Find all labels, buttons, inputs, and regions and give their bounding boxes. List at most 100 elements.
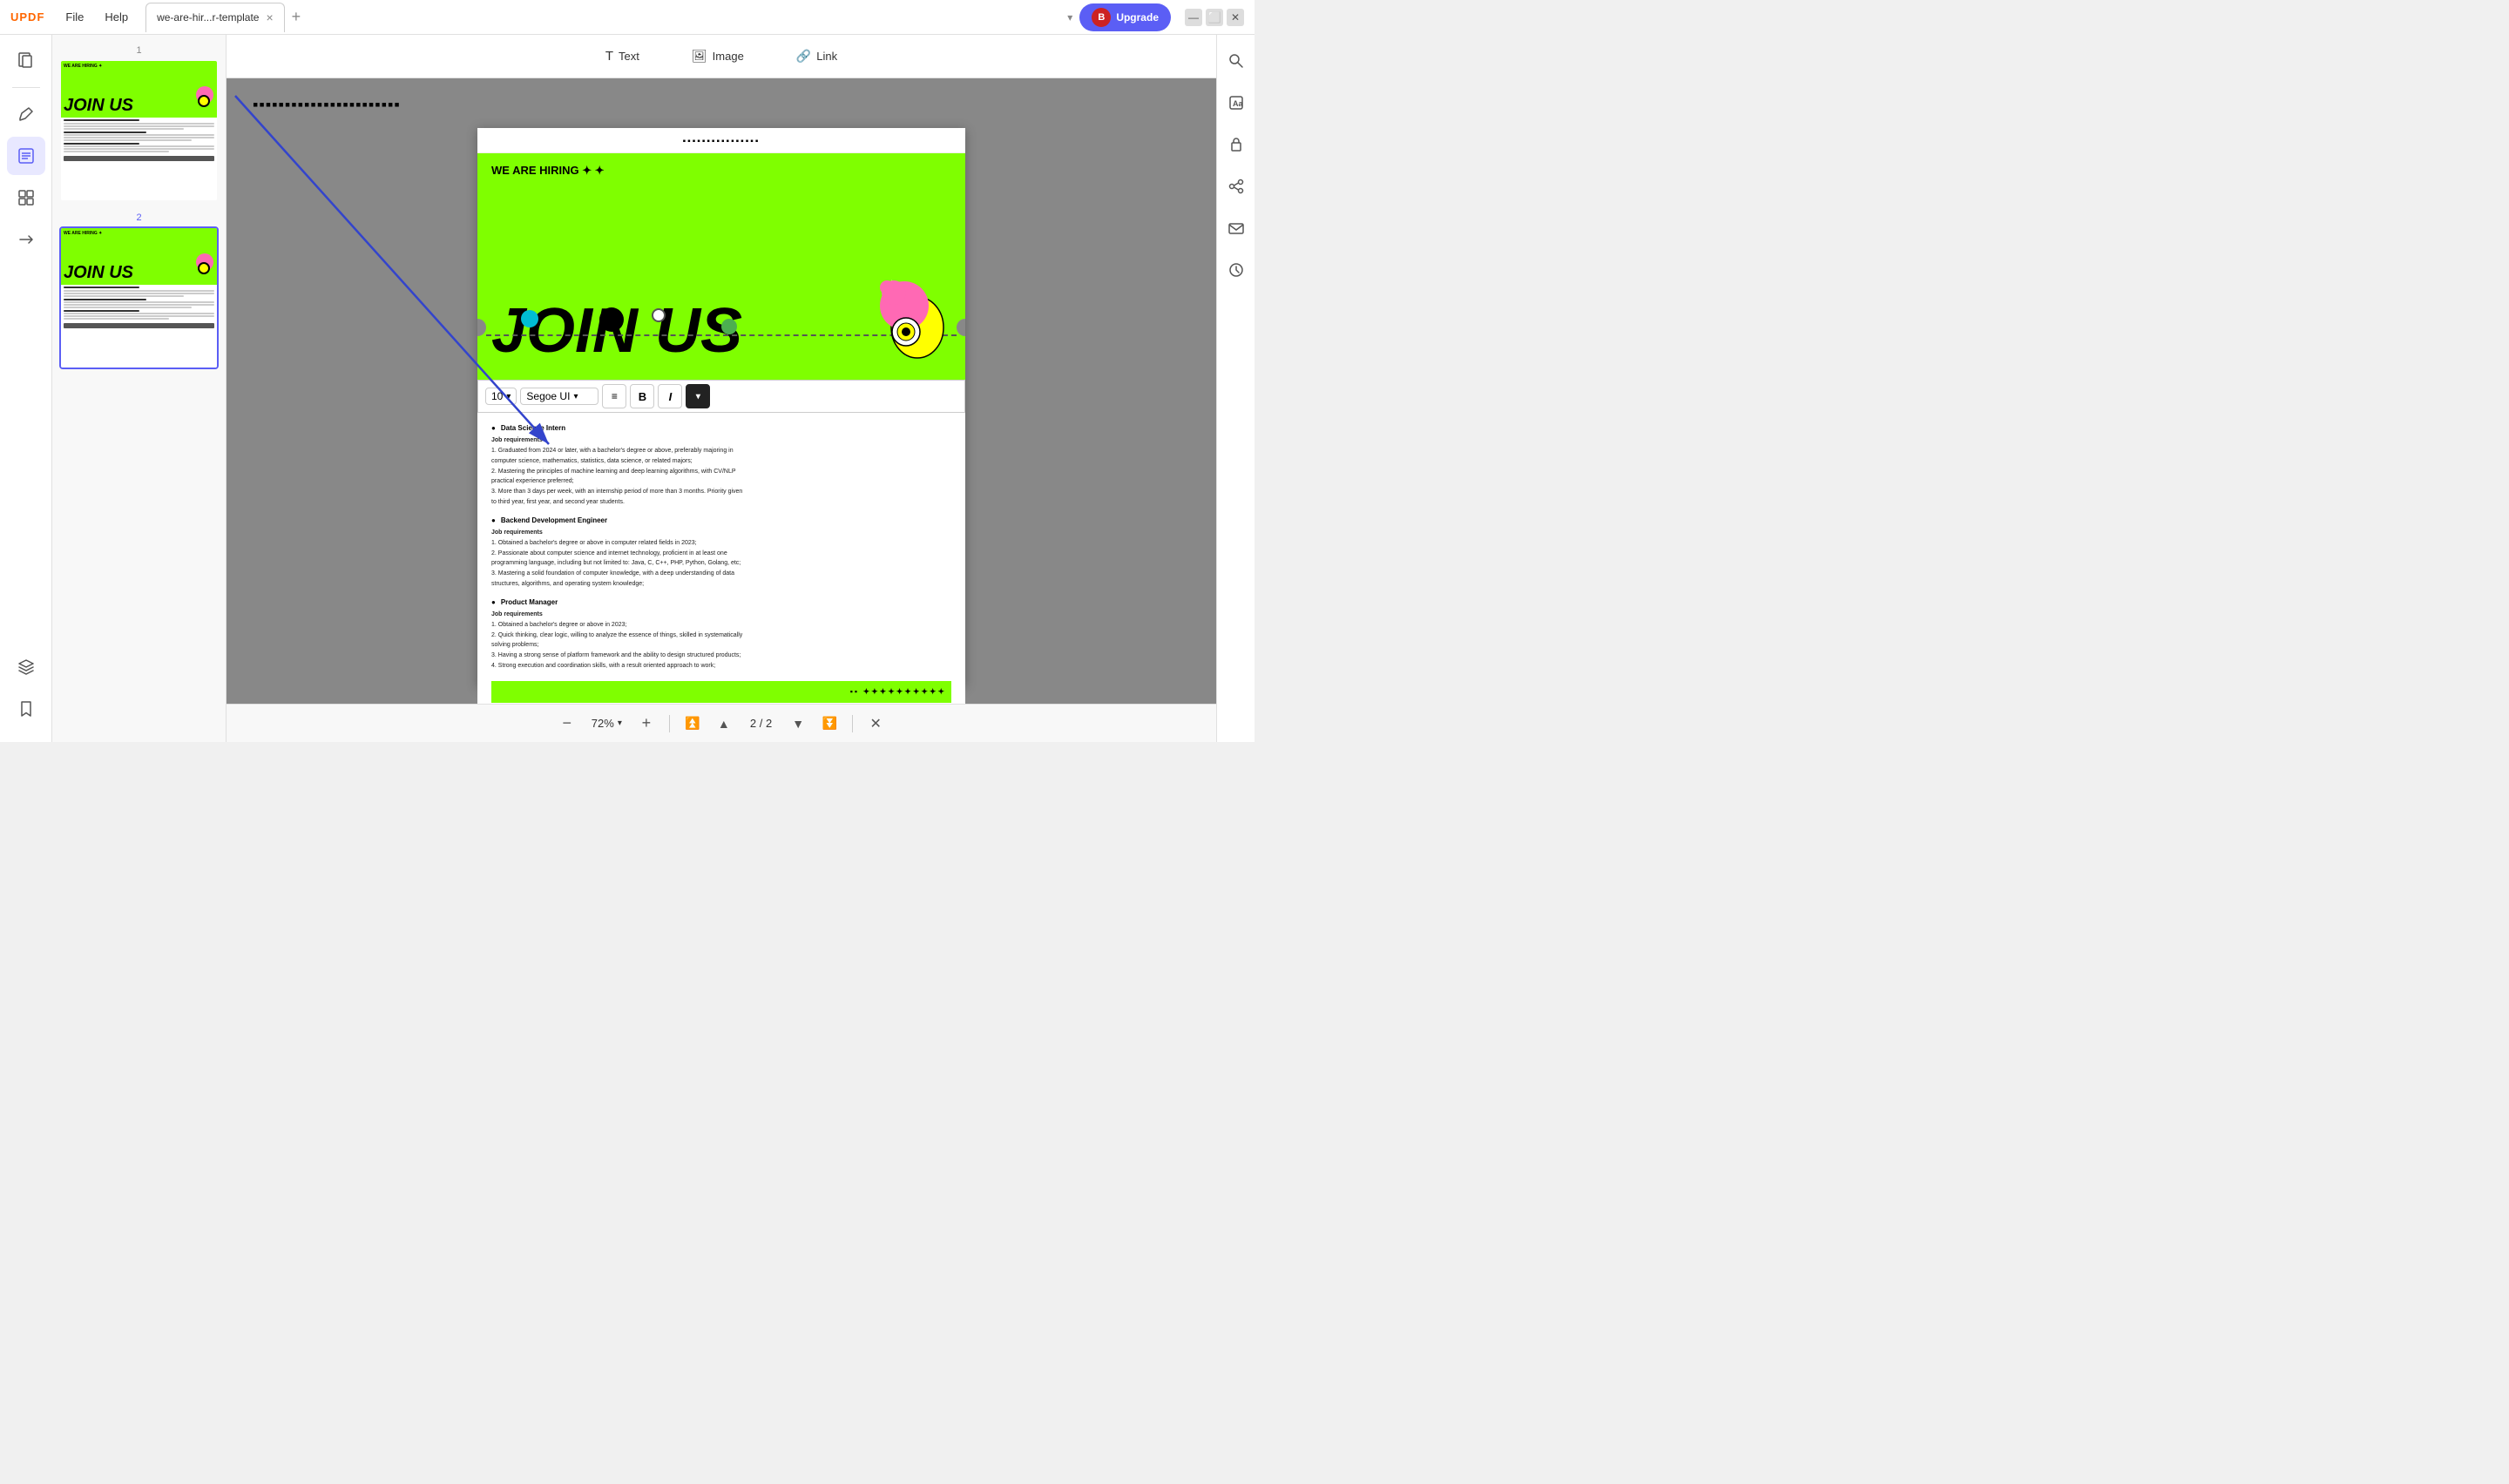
window-controls: — ⬜ ✕	[1178, 9, 1244, 26]
font-family-dropdown-icon: ▾	[573, 392, 578, 401]
page-indicator: 2 / 2	[743, 717, 779, 730]
toolbar-link-item[interactable]: 🔗 Link	[784, 44, 849, 69]
section3-line-4: 3. Having a strong sense of platform fra…	[491, 651, 951, 660]
tab-close-button[interactable]: ×	[266, 11, 273, 24]
menu-help[interactable]: Help	[94, 0, 139, 35]
bold-button[interactable]: B	[630, 384, 654, 408]
sidebar-item-organize[interactable]	[7, 179, 45, 217]
page-1-thumbnail[interactable]: WE ARE HIRING ✦ JOIN US	[59, 59, 219, 202]
page-green-header: WE ARE HIRING ✦ ✦ JOIN US	[477, 153, 965, 380]
section3-line-1: 1. Obtained a bachelor's degree or above…	[491, 621, 951, 630]
section2-line-3: programming language, including but not …	[491, 559, 951, 568]
text-edit-toolbar: 10 ▾ Segoe UI ▾ ≡ B I ▾	[477, 380, 965, 413]
sidebar-item-edit[interactable]	[7, 137, 45, 175]
text-tool-icon: T	[605, 49, 613, 64]
dropdown-chevron-icon[interactable]: ▾	[1067, 11, 1072, 24]
section1-line-6: to third year, first year, and second ye…	[491, 498, 951, 507]
close-window-button[interactable]: ✕	[1227, 9, 1244, 26]
sidebar-item-bookmark[interactable]	[7, 690, 45, 728]
link-tool-label: Link	[816, 50, 837, 63]
tab-add-button[interactable]: +	[285, 4, 308, 30]
font-family-value: Segoe UI	[526, 390, 570, 402]
left-sidebar	[0, 35, 52, 742]
page-checker-footer: ▪▪ ✦✦✦✦✦✦✦✦✦✦	[491, 681, 951, 703]
image-tool-icon: 🖼	[692, 49, 707, 64]
bottom-bar: − 72% ▾ + ⏫ ▲ 2 / 2 ▼ ⏬ ✕	[227, 704, 1216, 742]
maximize-button[interactable]: ⬜	[1206, 9, 1223, 26]
section1-line-3: 2. Mastering the principles of machine l…	[491, 468, 951, 476]
last-page-button[interactable]: ⏬	[817, 712, 842, 736]
dot-green	[721, 319, 737, 334]
font-size-selector[interactable]: 10 ▾	[485, 388, 517, 405]
toolbar-image-item[interactable]: 🖼 Image	[680, 44, 756, 69]
tab-label: we-are-hir...r-template	[157, 11, 259, 24]
section1-title[interactable]: Data Science Intern	[491, 423, 951, 433]
toolbar-text-item[interactable]: T Text	[593, 44, 652, 69]
ticket-notch-left	[477, 319, 486, 336]
right-sidebar-ocr[interactable]: Aa	[1217, 84, 1255, 122]
section2-sublabel: Job requirements	[491, 529, 951, 537]
sidebar-item-pages[interactable]	[7, 42, 45, 80]
bar-divider-2	[852, 715, 853, 732]
zoom-in-button[interactable]: +	[634, 712, 659, 736]
svg-text:Aa: Aa	[1233, 99, 1243, 108]
minimize-button[interactable]: —	[1185, 9, 1202, 26]
close-edit-button[interactable]: ✕	[863, 712, 888, 736]
zoom-value-display[interactable]: 72% ▾	[586, 713, 627, 733]
page-document: ▪▪▪▪▪▪▪▪▪▪▪▪▪▪▪▪ WE ARE HIRING ✦ ✦ JOIN …	[477, 128, 965, 686]
page-separator: /	[760, 717, 766, 730]
upgrade-label: Upgrade	[1116, 11, 1159, 24]
thumb-2-image: WE ARE HIRING ✦ JOIN US	[61, 228, 217, 368]
dot-teal	[521, 310, 538, 327]
zoom-out-button[interactable]: −	[555, 712, 579, 736]
checker-strip-top: ▪▪▪▪▪▪▪▪▪▪▪▪▪▪▪▪▪▪▪▪▪▪▪	[253, 96, 401, 114]
section2-line-1: 1. Obtained a bachelor's degree or above…	[491, 539, 951, 548]
sidebar-item-layers[interactable]	[7, 648, 45, 686]
right-sidebar-email[interactable]	[1217, 209, 1255, 247]
sidebar-item-annotate[interactable]	[7, 95, 45, 133]
dot-white	[652, 308, 666, 322]
zoom-percentage: 72%	[592, 717, 614, 730]
right-sidebar-security[interactable]	[1217, 125, 1255, 164]
section3-title[interactable]: Product Manager	[491, 597, 951, 607]
ticket-notch-right	[957, 319, 965, 336]
section2-line-2: 2. Passionate about computer science and…	[491, 550, 951, 558]
section3-line-3: solving problems;	[491, 641, 951, 650]
section2-title[interactable]: Backend Development Engineer	[491, 516, 951, 525]
page-1-number: 1	[59, 45, 219, 56]
color-picker-button[interactable]: ▾	[686, 384, 710, 408]
section3-line-2: 2. Quick thinking, clear logic, willing …	[491, 631, 951, 640]
right-sidebar-history[interactable]	[1217, 251, 1255, 289]
main-layout: 1 WE ARE HIRING ✦ JOIN US	[0, 35, 1254, 742]
section3-line-5: 4. Strong execution and coordination ski…	[491, 662, 951, 671]
content-scroll[interactable]: ▪▪▪▪▪▪▪▪▪▪▪▪▪▪▪▪▪▪▪▪▪▪▪ ▪▪▪▪▪▪▪▪▪▪▪▪▪▪▪▪	[227, 78, 1216, 704]
text-align-button[interactable]: ≡	[602, 384, 626, 408]
tab-document[interactable]: we-are-hir...r-template ×	[145, 3, 285, 32]
first-page-button[interactable]: ⏫	[680, 712, 705, 736]
dot-black	[599, 307, 624, 332]
sidebar-item-convert[interactable]	[7, 220, 45, 259]
right-sidebar-share[interactable]	[1217, 167, 1255, 206]
right-sidebar-search[interactable]	[1217, 42, 1255, 80]
zoom-dropdown-icon: ▾	[618, 718, 622, 728]
prev-page-button[interactable]: ▲	[712, 712, 736, 736]
sidebar-divider-1	[12, 87, 40, 88]
thumb-1-image: WE ARE HIRING ✦ JOIN US	[61, 61, 217, 200]
upgrade-button[interactable]: B Upgrade	[1079, 3, 1171, 31]
section1-line-2: computer science, mathematics, statistic…	[491, 457, 951, 466]
edit-toolbar: T Text 🖼 Image 🔗 Link	[227, 35, 1216, 78]
right-sidebar: Aa	[1216, 35, 1254, 742]
section1-line-5: 3. More than 3 days per week, with an in…	[491, 488, 951, 496]
page-2-thumbnail[interactable]: WE ARE HIRING ✦ JOIN US	[59, 226, 219, 369]
italic-button[interactable]: I	[658, 384, 682, 408]
font-size-dropdown-icon: ▾	[506, 392, 511, 401]
section2-line-4: 3. Mastering a solid foundation of compu…	[491, 570, 951, 578]
text-tool-label: Text	[619, 50, 639, 63]
user-avatar: B	[1092, 8, 1111, 27]
font-family-selector[interactable]: Segoe UI ▾	[520, 388, 599, 405]
section2-line-5: structures, algorithms, and operating sy…	[491, 580, 951, 589]
menu-file[interactable]: File	[55, 0, 94, 35]
bar-divider-1	[669, 715, 670, 732]
current-page: 2	[750, 717, 756, 730]
next-page-button[interactable]: ▼	[786, 712, 810, 736]
